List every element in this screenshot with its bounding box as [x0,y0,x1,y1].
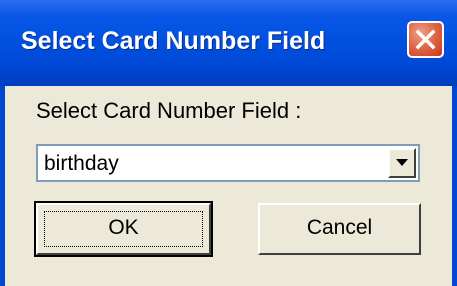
cancel-button[interactable]: Cancel [258,203,421,255]
dropdown-arrow-button[interactable] [388,148,416,178]
close-icon [415,29,436,50]
chevron-down-icon [396,159,408,166]
selected-field-value: birthday [44,152,119,175]
window-border-left [0,86,5,286]
title-bar[interactable]: Select Card Number Field [0,0,457,86]
card-number-field-select[interactable]: birthday [36,144,420,182]
dialog-window: Select Card Number Field Select Card Num… [0,0,457,286]
ok-button[interactable]: OK [34,201,213,257]
cancel-button-label: Cancel [306,216,373,239]
window-border-right [452,86,457,286]
ok-button-label: OK [108,216,139,239]
field-prompt-label: Select Card Number Field : [36,98,302,123]
dialog-title: Select Card Number Field [21,27,326,55]
close-button[interactable] [407,21,444,58]
